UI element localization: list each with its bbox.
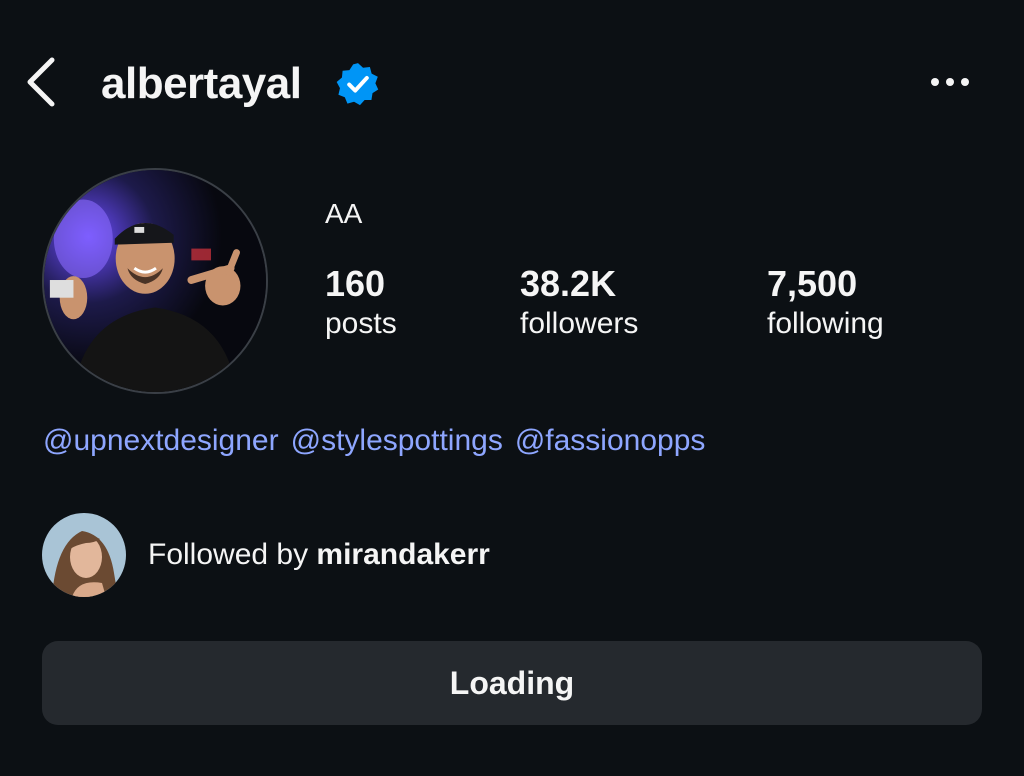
profile-photo [44,170,266,392]
stat-posts[interactable]: 160 posts [325,262,397,342]
loading-button[interactable]: Loading [42,641,982,725]
stat-label: followers [520,307,639,340]
chevron-left-icon [27,57,55,107]
follower-avatar [42,513,126,597]
profile-avatar[interactable] [42,168,268,394]
back-button[interactable] [18,52,64,112]
stat-value: 160 [325,263,386,304]
more-dot [946,78,954,86]
profile-username: albertayal [101,59,302,108]
followed-by-text: Followed by mirandakerr [148,538,490,572]
bio-mention-link[interactable]: @fassionopps [515,424,706,458]
profile-page: albertayal AA 160 posts 38.2K followers … [0,0,1024,776]
stat-followers[interactable]: 38.2K followers [520,262,638,342]
bio-mention-link[interactable]: @upnextdesigner [43,424,279,458]
more-dot [931,78,939,86]
stat-value: 7,500 [767,263,858,304]
stat-following[interactable]: 7,500 following [767,262,884,342]
followed-by-row[interactable]: Followed by mirandakerr [42,512,490,598]
bio-mention-link[interactable]: @stylespottings [291,424,503,458]
stat-value: 38.2K [520,263,617,304]
more-dot [961,78,969,86]
followed-by-prefix: Followed by [148,538,317,571]
stat-label: posts [325,307,397,340]
bio: @upnextdesigner @stylespottings @fassion… [43,424,705,458]
more-options-button[interactable] [922,64,978,100]
display-name: AA [325,198,363,229]
stat-label: following [767,307,884,340]
followed-by-username: mirandakerr [316,538,490,571]
verified-badge-icon [336,63,379,106]
